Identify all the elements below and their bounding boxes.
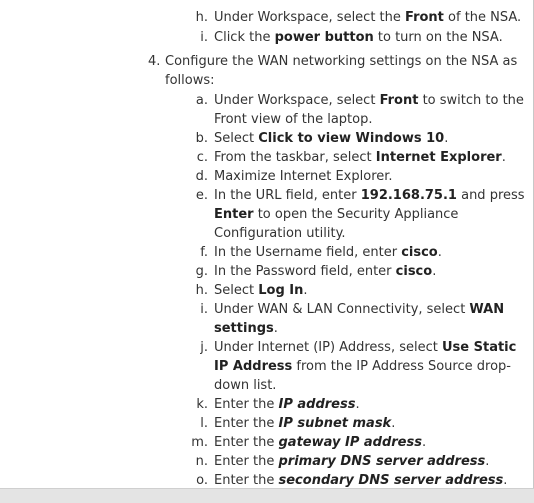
step-4-number: 4. xyxy=(148,54,161,69)
list-item-g: g. In the Password field, enter cisco. xyxy=(195,264,437,279)
list-item-m: m. Enter the gateway IP address. xyxy=(191,435,427,450)
list-item-b: b. Select Click to view Windows 10. xyxy=(195,131,449,146)
list-item-e: e. In the URL field, enter 192.168.75.1 … xyxy=(195,188,525,241)
step-4-text: Configure the WAN networking settings on… xyxy=(165,54,518,88)
list-item-j: j. Under Internet (IP) Address, select U… xyxy=(200,340,517,393)
bottom-scroll-bar[interactable] xyxy=(0,488,534,503)
list-item-i: i. Under WAN & LAN Connectivity, select … xyxy=(200,302,505,336)
list-item-prev-h: h. Under Workspace, select the Front of … xyxy=(195,10,522,25)
list-item-k: k. Enter the IP address. xyxy=(196,397,360,412)
list-item-n: n. Enter the primary DNS server address. xyxy=(195,454,490,469)
list-item-a: a. Under Workspace, select Front to swit… xyxy=(195,93,524,127)
list-item-c: c. From the taskbar, select Internet Exp… xyxy=(196,150,506,165)
list-item-l: l. Enter the IP subnet mask. xyxy=(200,416,396,431)
list-item-h: h. Select Log In. xyxy=(195,283,308,298)
list-item-f: f. In the Username field, enter cisco. xyxy=(200,245,442,260)
list-item-prev-i: i. Click the power button to turn on the… xyxy=(200,30,503,45)
list-item-d: d. Maximize Internet Explorer. xyxy=(195,169,393,184)
